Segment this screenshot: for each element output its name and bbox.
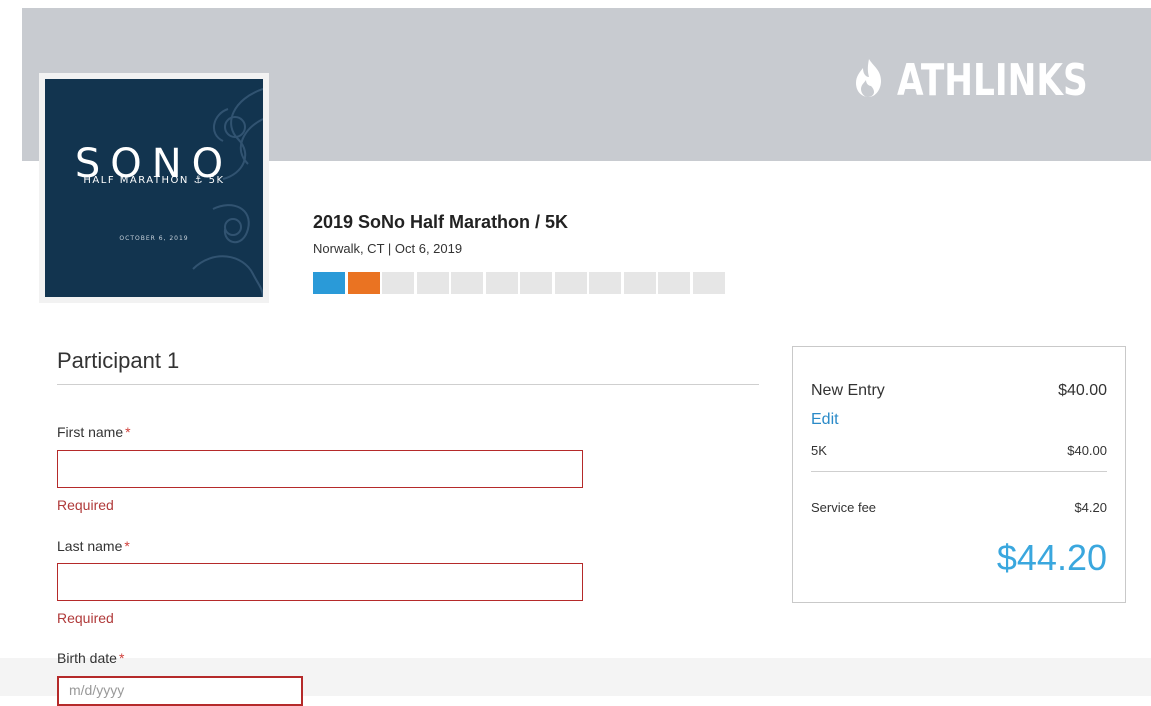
item-label: 5K <box>811 443 827 458</box>
progress-step <box>692 272 725 294</box>
event-logo-subtitle: HALF MARATHON ⚓ 5K <box>83 175 225 186</box>
progress-step <box>589 272 621 294</box>
summary-divider <box>811 471 1107 472</box>
progress-step <box>313 272 345 294</box>
fee-row: Service fee $4.20 <box>811 500 1107 515</box>
participant-heading: Participant 1 <box>57 348 180 373</box>
progress-step <box>347 272 380 294</box>
progress-step <box>451 272 483 294</box>
brand-name: ATHLINKS <box>897 54 1088 106</box>
progress-step <box>554 272 587 294</box>
event-title: 2019 SoNo Half Marathon / 5K <box>313 212 569 232</box>
last-name-label: Last name * <box>57 538 130 554</box>
progress-step <box>382 272 414 294</box>
first-name-input[interactable] <box>57 450 583 488</box>
fee-label: Service fee <box>811 500 877 515</box>
registration-progress <box>313 272 727 294</box>
required-marker: * <box>124 538 130 554</box>
birth-date-label: Birth date * <box>57 650 124 666</box>
event-logo: SONO HALF MARATHON ⚓ 5K OCTOBER 6, 2019 <box>45 79 263 297</box>
fee-price: $4.20 <box>1074 500 1107 515</box>
flame-icon <box>847 56 897 105</box>
progress-step <box>485 272 518 294</box>
order-summary: New Entry $40.00 Edit 5K $40.00 Service … <box>792 346 1126 603</box>
last-name-error: Required <box>57 610 114 626</box>
entry-price: $40.00 <box>1058 382 1107 399</box>
progress-step <box>520 272 552 294</box>
first-name-label-text: First name <box>57 424 124 440</box>
wave-pattern <box>192 88 263 297</box>
edit-link[interactable]: Edit <box>811 411 839 429</box>
entry-row: New Entry $40.00 <box>811 382 1107 400</box>
progress-step <box>416 272 449 294</box>
birth-date-input[interactable]: m/d/yyyy <box>57 676 303 706</box>
birth-date-label-text: Birth date <box>57 650 117 666</box>
progress-step <box>623 272 656 294</box>
first-name-error: Required <box>57 497 114 513</box>
item-row: 5K $40.00 <box>811 443 1107 458</box>
last-name-input[interactable] <box>57 563 583 601</box>
required-marker: * <box>125 424 131 440</box>
total-price: $44.20 <box>996 537 1107 578</box>
first-name-label: First name * <box>57 424 131 440</box>
item-price: $40.00 <box>1067 443 1107 458</box>
event-meta: Norwalk, CT | Oct 6, 2019 <box>313 241 463 256</box>
required-marker: * <box>118 650 125 666</box>
athlinks-logo[interactable]: ATHLINKS <box>847 56 1107 105</box>
entry-label: New Entry <box>811 382 885 399</box>
last-name-label-text: Last name <box>57 538 123 554</box>
section-divider <box>57 384 759 385</box>
event-logo-card: SONO HALF MARATHON ⚓ 5K OCTOBER 6, 2019 <box>39 73 269 303</box>
event-logo-date: OCTOBER 6, 2019 <box>119 235 189 242</box>
progress-step <box>658 272 690 294</box>
